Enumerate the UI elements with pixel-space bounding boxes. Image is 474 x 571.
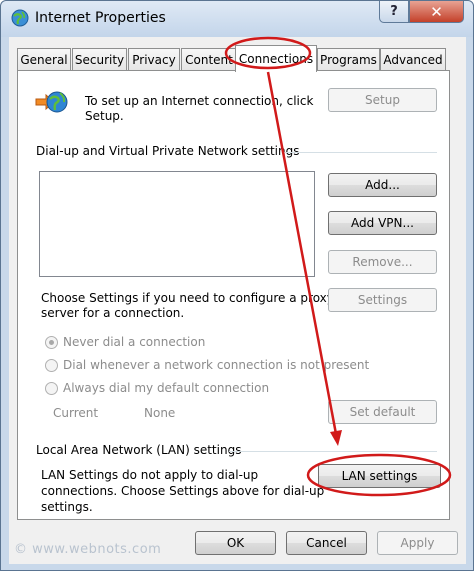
- dial-whenever-radio[interactable]: [45, 359, 58, 372]
- set-default-button[interactable]: Set default: [328, 400, 437, 424]
- internet-globe-icon: [11, 9, 29, 27]
- tab-advanced[interactable]: Advanced: [380, 48, 446, 71]
- dialog-client-area: General Security Privacy Content Connect…: [9, 37, 466, 564]
- tab-connections[interactable]: Connections: [235, 45, 317, 72]
- internet-properties-window: Internet Properties ? ✕ General Security…: [0, 0, 474, 571]
- setup-description-line1: To set up an Internet connection, click: [85, 94, 314, 108]
- apply-button[interactable]: Apply: [377, 531, 458, 555]
- watermark-text: © www.webnots.com: [14, 542, 162, 557]
- dialup-vpn-heading: Dial-up and Virtual Private Network sett…: [36, 144, 300, 158]
- lan-description-line3: settings.: [41, 500, 93, 514]
- lan-heading: Local Area Network (LAN) settings: [36, 443, 242, 457]
- setup-description-line2: Setup.: [85, 109, 124, 123]
- current-label: Current: [53, 406, 99, 420]
- tab-privacy[interactable]: Privacy: [128, 48, 180, 71]
- add-vpn-button[interactable]: Add VPN...: [328, 211, 437, 235]
- connections-panel: To set up an Internet connection, click …: [17, 70, 450, 520]
- connections-listbox[interactable]: [39, 171, 315, 277]
- lan-settings-button[interactable]: LAN settings: [318, 464, 441, 488]
- never-dial-radio[interactable]: [45, 336, 58, 349]
- dial-whenever-label: Dial whenever a network connection is no…: [63, 358, 370, 372]
- remove-button[interactable]: Remove...: [328, 250, 437, 274]
- current-value: None: [144, 406, 176, 420]
- help-button[interactable]: ?: [379, 1, 409, 23]
- tab-programs[interactable]: Programs: [317, 48, 380, 71]
- cancel-button[interactable]: Cancel: [286, 531, 367, 555]
- proxy-description-line2: server for a connection.: [41, 306, 185, 320]
- lan-description-line2: connections. Choose Settings above for d…: [41, 484, 325, 498]
- ok-button[interactable]: OK: [195, 531, 276, 555]
- close-button[interactable]: ✕: [409, 1, 464, 23]
- tab-content[interactable]: Content: [181, 48, 237, 71]
- proxy-description-line1: Choose Settings if you need to configure…: [41, 291, 334, 305]
- connection-wizard-icon: [35, 91, 68, 113]
- add-button[interactable]: Add...: [328, 173, 437, 197]
- tab-security[interactable]: Security: [72, 48, 127, 71]
- always-dial-label: Always dial my default connection: [63, 381, 270, 395]
- setup-button[interactable]: Setup: [328, 88, 437, 112]
- dialup-group-divider: [282, 152, 437, 153]
- lan-description-line1: LAN Settings do not apply to dial-up: [41, 468, 259, 482]
- never-dial-label: Never dial a connection: [63, 335, 206, 349]
- settings-button[interactable]: Settings: [328, 288, 437, 312]
- lan-group-divider: [229, 451, 437, 452]
- always-dial-radio[interactable]: [45, 382, 58, 395]
- tab-general[interactable]: General: [17, 48, 71, 71]
- window-title: Internet Properties: [35, 10, 166, 26]
